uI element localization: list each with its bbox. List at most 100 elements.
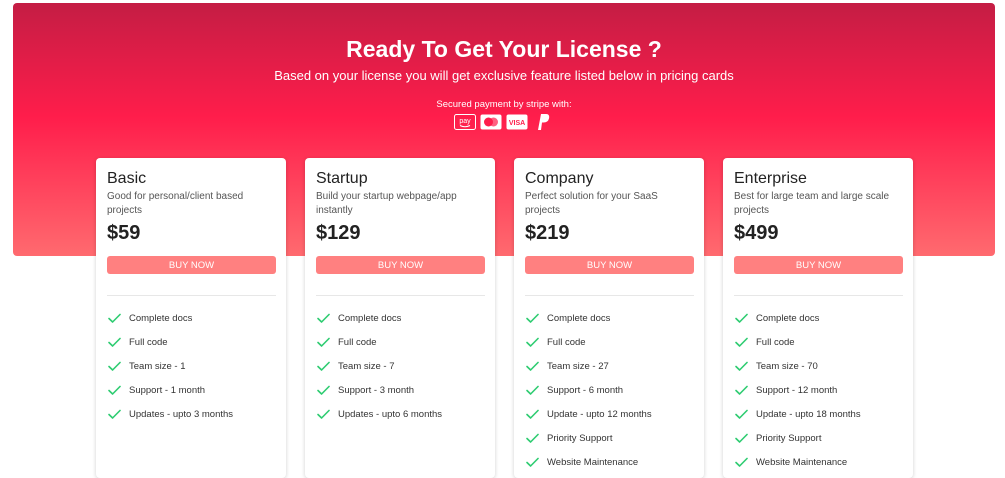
check-icon bbox=[316, 383, 330, 397]
check-icon bbox=[316, 359, 330, 373]
feature-item: Website Maintenance bbox=[734, 450, 909, 474]
check-icon bbox=[525, 311, 539, 325]
plan-description: Good for personal/client based projects bbox=[107, 191, 244, 216]
buy-now-button[interactable]: BUY NOW bbox=[107, 256, 276, 274]
buy-now-button[interactable]: BUY NOW bbox=[525, 256, 694, 274]
check-icon bbox=[734, 335, 748, 349]
feature-label: Updates - upto 3 months bbox=[129, 408, 234, 420]
feature-label: Priority Support bbox=[756, 432, 822, 444]
amazon-pay-icon: pay bbox=[454, 113, 476, 131]
feature-list: Complete docs Full code Team size - 7 Suppo… bbox=[316, 306, 491, 426]
payment-label: Secured payment by stripe with: bbox=[436, 99, 572, 110]
feature-item: Complete docs bbox=[316, 306, 491, 330]
plan-description: Best for large team and large scale proj… bbox=[734, 191, 890, 216]
plan-description: Build your startup webpage/app instantly bbox=[316, 191, 457, 216]
feature-list: Complete docs Full code Team size - 27 Supp… bbox=[525, 306, 700, 474]
divider bbox=[734, 295, 903, 296]
feature-item: Support - 3 month bbox=[316, 378, 491, 402]
feature-label: Complete docs bbox=[547, 312, 611, 324]
plan-price: $129 bbox=[316, 222, 361, 244]
check-icon bbox=[525, 335, 539, 349]
feature-label: Team size - 7 bbox=[338, 360, 395, 372]
divider bbox=[525, 295, 694, 296]
feature-item: Full code bbox=[734, 330, 909, 354]
check-icon bbox=[525, 359, 539, 373]
feature-item: Priority Support bbox=[734, 426, 909, 450]
plan-name: Basic bbox=[107, 170, 147, 187]
feature-item: Team size - 27 bbox=[525, 354, 700, 378]
feature-label: Support - 3 month bbox=[338, 384, 415, 396]
hero-title: Ready To Get Your License ? bbox=[346, 36, 662, 62]
feature-item: Complete docs bbox=[734, 306, 909, 330]
check-icon bbox=[734, 359, 748, 373]
feature-item: Full code bbox=[525, 330, 700, 354]
visa-icon: VISA bbox=[506, 113, 528, 131]
feature-item: Complete docs bbox=[107, 306, 282, 330]
check-icon bbox=[107, 407, 121, 421]
feature-label: Full code bbox=[547, 336, 586, 348]
feature-item: Team size - 70 bbox=[734, 354, 909, 378]
feature-item: Full code bbox=[316, 330, 491, 354]
feature-list: Complete docs Full code Team size - 1 Suppo… bbox=[107, 306, 282, 426]
mastercard-icon bbox=[480, 113, 502, 131]
feature-label: Full code bbox=[129, 336, 168, 348]
feature-label: Complete docs bbox=[756, 312, 820, 324]
pricing-card-enterprise: Enterprise Best for large team and large … bbox=[723, 158, 913, 478]
check-icon bbox=[734, 407, 748, 421]
check-icon bbox=[525, 407, 539, 421]
check-icon bbox=[316, 335, 330, 349]
feature-label: Priority Support bbox=[547, 432, 613, 444]
check-icon bbox=[525, 383, 539, 397]
feature-label: Team size - 1 bbox=[129, 360, 186, 372]
feature-label: Complete docs bbox=[338, 312, 402, 324]
feature-item: Support - 1 month bbox=[107, 378, 282, 402]
check-icon bbox=[316, 311, 330, 325]
buy-now-button[interactable]: BUY NOW bbox=[316, 256, 485, 274]
plan-description: Perfect solution for your SaaS projects bbox=[525, 191, 658, 216]
feature-item: Updates - upto 3 months bbox=[107, 402, 282, 426]
feature-item: Support - 12 month bbox=[734, 378, 909, 402]
check-icon bbox=[734, 311, 748, 325]
plan-price: $59 bbox=[107, 222, 141, 244]
paypal-icon bbox=[532, 113, 554, 131]
feature-label: Website Maintenance bbox=[756, 456, 848, 468]
feature-item: Full code bbox=[107, 330, 282, 354]
check-icon bbox=[107, 335, 121, 349]
visa-text: VISA bbox=[509, 120, 525, 127]
feature-item: Update - upto 18 months bbox=[734, 402, 909, 426]
feature-list: Complete docs Full code Team size - 70 Supp… bbox=[734, 306, 909, 474]
plan-name: Startup bbox=[316, 170, 368, 187]
divider bbox=[107, 295, 276, 296]
check-icon bbox=[734, 383, 748, 397]
feature-label: Update - upto 18 months bbox=[756, 408, 861, 420]
feature-label: Website Maintenance bbox=[547, 456, 639, 468]
divider bbox=[316, 295, 485, 296]
check-icon bbox=[107, 383, 121, 397]
payment-icons: pay VISA bbox=[13, 113, 995, 131]
feature-label: Complete docs bbox=[129, 312, 193, 324]
feature-item: Complete docs bbox=[525, 306, 700, 330]
plan-name: Enterprise bbox=[734, 170, 807, 187]
feature-label: Support - 12 month bbox=[756, 384, 838, 396]
feature-item: Team size - 1 bbox=[107, 354, 282, 378]
feature-item: Priority Support bbox=[525, 426, 700, 450]
feature-item: Updates - upto 6 months bbox=[316, 402, 491, 426]
feature-label: Full code bbox=[338, 336, 377, 348]
feature-label: Support - 6 month bbox=[547, 384, 624, 396]
check-icon bbox=[734, 431, 748, 445]
check-icon bbox=[316, 407, 330, 421]
pricing-card-startup: Startup Build your startup webpage/app in… bbox=[305, 158, 495, 478]
plan-price: $219 bbox=[525, 222, 570, 244]
pricing-card-company: Company Perfect solution for your SaaS pr… bbox=[514, 158, 704, 478]
feature-label: Support - 1 month bbox=[129, 384, 206, 396]
pricing-card-basic: Basic Good for personal/client based proj… bbox=[96, 158, 286, 478]
check-icon bbox=[107, 311, 121, 325]
feature-item: Team size - 7 bbox=[316, 354, 491, 378]
plan-name: Company bbox=[525, 170, 594, 187]
feature-label: Team size - 70 bbox=[756, 360, 818, 372]
feature-item: Update - upto 12 months bbox=[525, 402, 700, 426]
feature-item: Website Maintenance bbox=[525, 450, 700, 474]
feature-label: Update - upto 12 months bbox=[547, 408, 652, 420]
amazon-pay-text: pay bbox=[459, 118, 471, 125]
buy-now-button[interactable]: BUY NOW bbox=[734, 256, 903, 274]
